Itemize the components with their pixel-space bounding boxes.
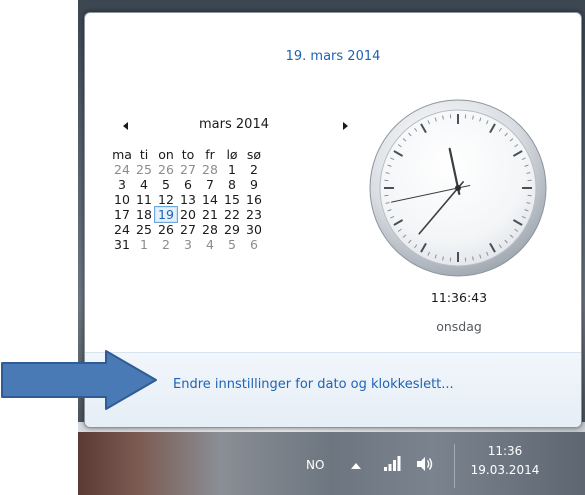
calendar-day[interactable]: 12 [155,192,177,207]
calendar-day[interactable]: 11 [133,192,155,207]
previous-month-button[interactable] [117,117,133,135]
calendar-week-row: 3 4 5 6 7 8 9 [111,177,265,192]
calendar-day[interactable]: 9 [243,177,265,192]
calendar-day[interactable]: 7 [199,177,221,192]
calendar-day[interactable]: 24 [111,222,133,237]
weekday-header: ma [112,147,132,162]
calendar-day[interactable]: 27 [177,162,199,177]
signal-bars-icon[interactable] [383,454,403,472]
calendar-day[interactable]: 6 [177,177,199,192]
calendar-day[interactable]: 31 [111,237,133,252]
chevron-up-icon[interactable] [350,461,362,471]
right-arrow-icon [1,350,157,410]
next-month-button[interactable] [337,117,353,135]
calendar-day[interactable]: 5 [221,237,243,252]
triangle-left-icon [122,122,128,130]
weekday-header: on [158,147,174,162]
weekday-header: lø [226,147,238,162]
calendar-day[interactable]: 5 [155,177,177,192]
weekday-header-row: ma ti on to fr lø sø [111,147,265,162]
calendar-day[interactable]: 3 [177,237,199,252]
calendar-day[interactable]: 25 [133,162,155,177]
taskbar-time: 11:36 [487,444,523,458]
taskbar: NO 11:36 19.03.2014 [78,432,585,495]
clock-center-pin [455,185,461,191]
clock-face-icon [369,99,547,277]
calendar-day[interactable]: 17 [111,207,133,222]
calendar-day[interactable]: 1 [221,162,243,177]
calendar-day[interactable]: 24 [111,162,133,177]
taskbar-divider [454,444,455,488]
calendar-day[interactable]: 26 [155,162,177,177]
calendar-day[interactable]: 8 [221,177,243,192]
calendar-day[interactable]: 6 [243,237,265,252]
language-indicator[interactable]: NO [306,458,324,472]
calendar-day[interactable]: 23 [243,207,265,222]
weekday-header: ti [139,147,149,162]
calendar-day[interactable]: 28 [199,162,221,177]
calendar-week-row: 31 1 2 3 4 5 6 [111,237,265,252]
calendar-week-row: 24 25 26 27 28 1 2 [111,162,265,177]
calendar-day[interactable]: 29 [221,222,243,237]
calendar-day[interactable]: 22 [221,207,243,222]
weekday-header: fr [205,147,215,162]
calendar-week-row: 24 25 26 27 28 29 30 [111,222,265,237]
calendar-day[interactable]: 21 [199,207,221,222]
digital-time: 11:36:43 [430,290,488,305]
calendar-day[interactable]: 2 [243,162,265,177]
calendar-day-today[interactable]: 19 [154,206,178,223]
analog-clock [367,97,549,279]
change-date-time-settings-link[interactable]: Endre innstillinger for dato og klokkesl… [173,377,454,392]
weekday-header: sø [246,147,262,162]
calendar-week-row: 17 18 19 20 21 22 23 [111,206,265,223]
calendar-day[interactable]: 13 [177,192,199,207]
taskbar-clock[interactable]: 11:36 19.03.2014 [462,442,548,488]
weekday-label: onsdag [436,319,482,334]
calendar-day[interactable]: 26 [155,222,177,237]
calendar-day[interactable]: 4 [133,177,155,192]
triangle-right-icon [342,122,348,130]
calendar-day[interactable]: 2 [155,237,177,252]
calendar-day[interactable]: 27 [177,222,199,237]
speaker-icon[interactable] [415,455,435,473]
long-date-link[interactable]: 19. mars 2014 [85,49,581,64]
calendar-day[interactable]: 18 [133,207,155,222]
calendar-week-row: 10 11 12 13 14 15 16 [111,192,265,207]
calendar-day[interactable]: 25 [133,222,155,237]
calendar-navigation: mars 2014 [115,117,353,135]
weekday-header: to [181,147,195,162]
calendar-day[interactable]: 16 [243,192,265,207]
calendar-day[interactable]: 14 [199,192,221,207]
calendar-day[interactable]: 30 [243,222,265,237]
taskbar-date: 19.03.2014 [470,463,540,477]
calendar-day[interactable]: 10 [111,192,133,207]
calendar-day[interactable]: 20 [177,207,199,222]
calendar-day[interactable]: 3 [111,177,133,192]
calendar-day[interactable]: 1 [133,237,155,252]
calendar-day[interactable]: 4 [199,237,221,252]
calendar-day[interactable]: 28 [199,222,221,237]
calendar-day[interactable]: 15 [221,192,243,207]
calendar-month-title[interactable]: mars 2014 [145,117,323,132]
calendar-grid: ma ti on to fr lø sø 24 25 26 27 28 1 2 … [111,147,265,252]
